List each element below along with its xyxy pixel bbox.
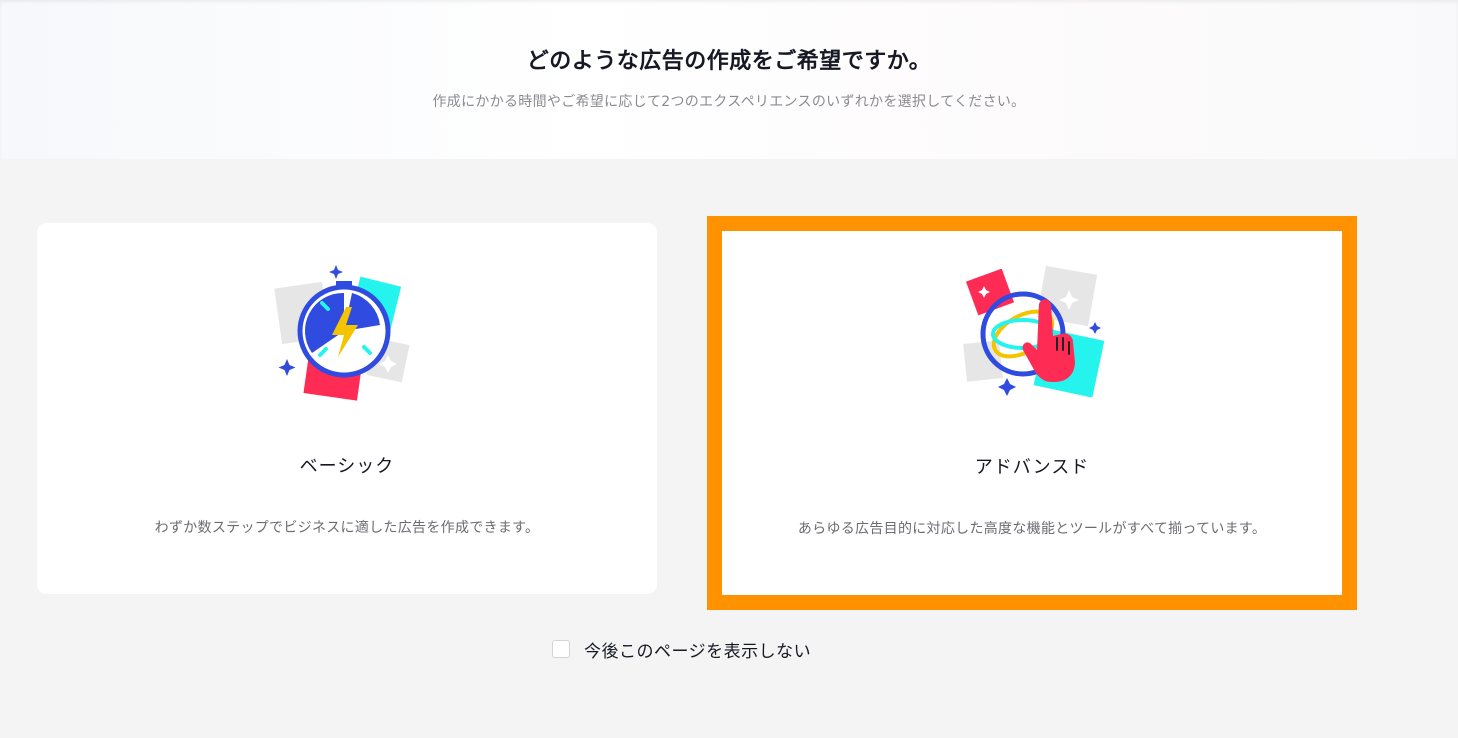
option-card-advanced[interactable]: アドバンスド あらゆる広告目的に対応した高度な機能とツールがすべて揃っています。 xyxy=(722,231,1342,595)
option-description-basic: わずか数ステップでビジネスに適した広告を作成できます。 xyxy=(154,520,540,536)
page-title: どのような広告の作成をご希望ですか。 xyxy=(526,49,932,74)
option-card-basic[interactable]: ベーシック わずか数ステップでビジネスに適した広告を作成できます。 xyxy=(37,223,657,594)
globe-hand-icon xyxy=(963,265,1105,398)
page-subtitle: 作成にかかる時間やご希望に応じて2つのエクスペリエンスのいずれかを選択してくださ… xyxy=(432,94,1026,110)
dont-show-again[interactable]: 今後このページを表示しない xyxy=(552,637,811,662)
stopwatch-lightning-icon xyxy=(274,265,410,401)
option-title-advanced: アドバンスド xyxy=(974,457,1090,478)
option-title-basic: ベーシック xyxy=(299,456,395,477)
option-description-advanced: あらゆる広告目的に対応した高度な機能とツールがすべて揃っています。 xyxy=(797,521,1267,537)
dont-show-checkbox[interactable] xyxy=(552,640,570,658)
option-card-advanced-selected-frame[interactable]: アドバンスド あらゆる広告目的に対応した高度な機能とツールがすべて揃っています。 xyxy=(707,216,1357,610)
dont-show-label[interactable]: 今後このページを表示しない xyxy=(584,637,811,662)
page-header: どのような広告の作成をご希望ですか。 作成にかかる時間やご希望に応じて2つのエク… xyxy=(0,0,1458,159)
